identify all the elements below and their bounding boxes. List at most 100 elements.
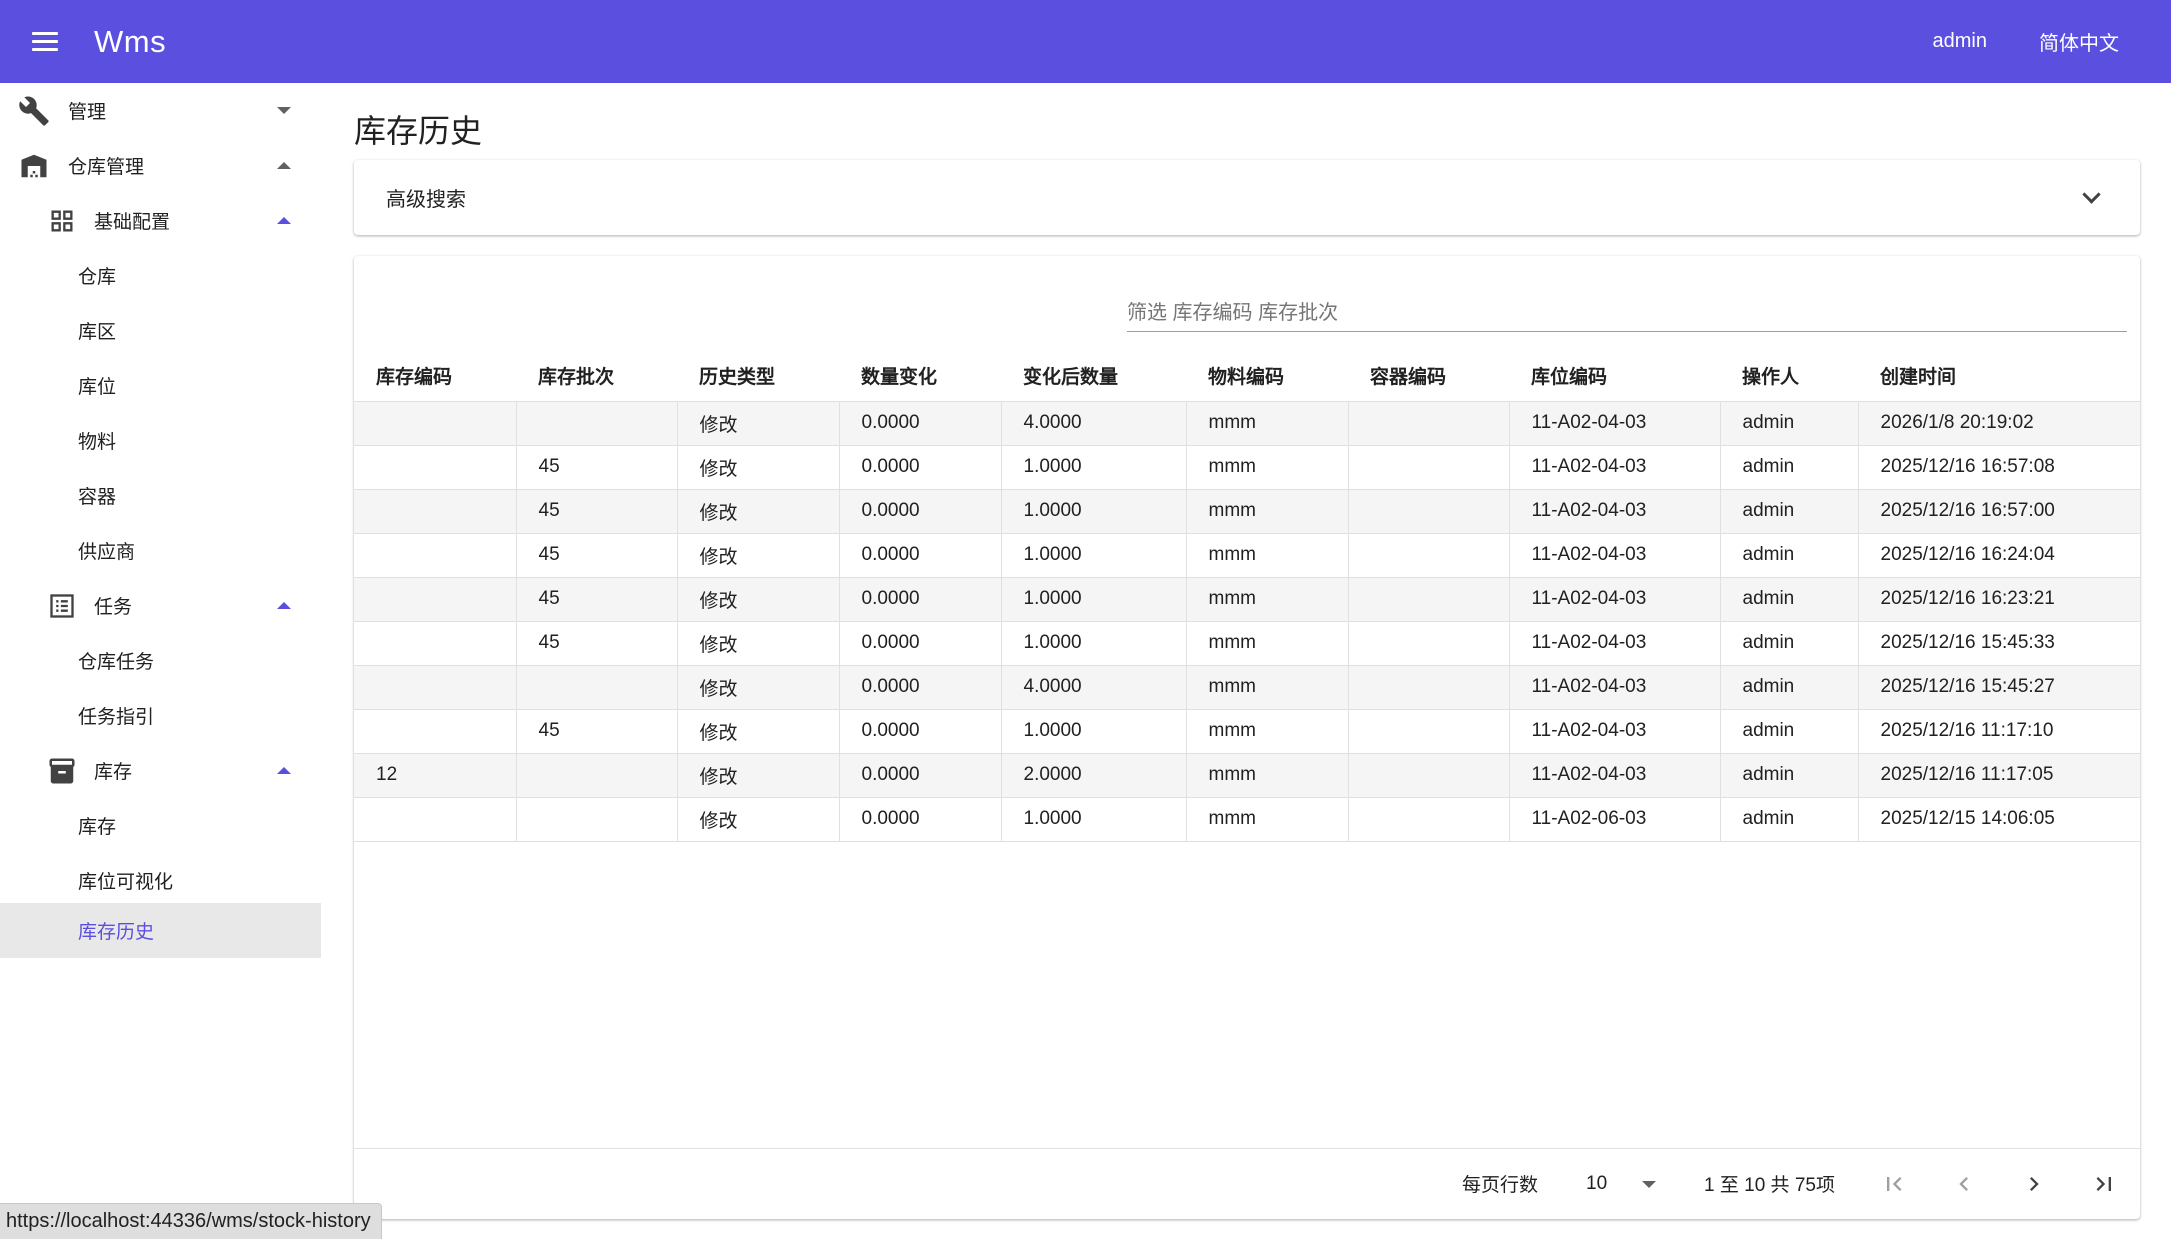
table-row[interactable]: 12 修改 0.0000 2.0000 mmm 11-A02-04-03 admin 2025… [354,752,2140,797]
table-cell [1348,400,1510,445]
sidebar-item-basic-config[interactable]: 基础配置 [0,193,321,248]
table-cell: 45 [516,576,678,621]
table-cell [1348,620,1510,665]
first-page-button[interactable] [1874,1164,1914,1204]
sidebar-item-warehouse-mgmt[interactable]: 仓库管理 [0,138,321,193]
table-cell [1348,576,1510,621]
sidebar-item-label: 库存 [78,817,117,838]
sidebar-item-location-visual[interactable]: 库位可视化 [0,853,321,908]
table-cell: 0.0000 [839,796,1002,842]
table-row[interactable]: 45 修改 0.0000 1.0000 mmm 11-A02-04-03 admin 2025… [354,488,2140,533]
chevron-right-icon [2030,1176,2039,1191]
table-cell: mmm [1186,576,1349,621]
language-button[interactable]: 简体中文 [2013,0,2171,83]
stock-history-table: 库存编码 库存批次 历史类型 数量变化 变化后数量 物料编码 容器编码 库位编码… [354,351,2140,842]
table-cell: admin [1720,576,1859,621]
column-header[interactable]: 操作人 [1720,351,1858,401]
table-cell: 2025/12/16 11:17:10 [1858,708,2140,753]
column-header[interactable]: 变化后数量 [1001,351,1186,401]
sidebar-item-label: 任务 [94,597,133,618]
table-cell [1348,488,1510,533]
table-cell: admin [1720,752,1859,797]
sidebar-item-stock-history[interactable]: 库存历史 [0,903,321,958]
table-cell: admin [1720,488,1859,533]
table-cell: 11-A02-06-03 [1509,796,1721,842]
column-header[interactable]: 数量变化 [839,351,1001,401]
table-cell: 0.0000 [839,444,1002,489]
table-cell: 修改 [677,488,840,533]
table-cell: 4.0000 [1001,664,1187,709]
table-row[interactable]: 修改 0.0000 4.0000 mmm 11-A02-04-03 admin 2026/1… [354,400,2140,445]
table-row[interactable]: 修改 0.0000 1.0000 mmm 11-A02-06-03 admin 2025/1… [354,796,2140,842]
sidebar-item-label: 供应商 [78,542,136,563]
prev-page-button[interactable] [1944,1164,1984,1204]
sidebar-item-material[interactable]: 物料 [0,413,321,468]
sidebar-item-label: 管理 [68,102,107,123]
rows-per-page-select[interactable]: 10 [1586,1173,1607,1195]
table-card: 库存编码 库存批次 历史类型 数量变化 变化后数量 物料编码 容器编码 库位编码… [354,256,2140,1219]
sidebar-item-container[interactable]: 容器 [0,468,321,523]
sidebar-item-location[interactable]: 库位 [0,358,321,413]
sidebar-item-supplier[interactable]: 供应商 [0,523,321,578]
table-row[interactable]: 45 修改 0.0000 1.0000 mmm 11-A02-04-03 admin 2025… [354,620,2140,665]
table-cell: 修改 [677,620,840,665]
sidebar-item-stock-list[interactable]: 库存 [0,798,321,853]
table-cell: 11-A02-04-03 [1509,444,1721,489]
sidebar-item-warehouse-task[interactable]: 仓库任务 [0,633,321,688]
next-page-button[interactable] [2014,1164,2054,1204]
sidebar-item-zone[interactable]: 库区 [0,303,321,358]
last-page-button[interactable] [2084,1164,2124,1204]
filter-input[interactable] [1127,296,2127,332]
table-cell: 0.0000 [839,400,1002,445]
column-header[interactable]: 容器编码 [1348,351,1509,401]
app-bar: Wms admin 简体中文 [0,0,2171,83]
pagination-range: 1 至 10 共 75项 [1704,1175,1835,1196]
table-cell [354,796,517,842]
caret-up-icon [277,162,291,169]
table-cell: 45 [516,444,678,489]
table-cell [516,752,678,797]
menu-button[interactable] [0,0,90,83]
table-cell: 2025/12/16 15:45:27 [1858,664,2140,709]
table-row[interactable]: 45 修改 0.0000 1.0000 mmm 11-A02-04-03 admin 2025… [354,576,2140,621]
sidebar-item-label: 物料 [78,432,117,453]
column-header[interactable]: 历史类型 [677,351,839,401]
table-cell: 修改 [677,576,840,621]
sidebar-item-warehouse[interactable]: 仓库 [0,248,321,303]
table-cell [1348,532,1510,577]
table-cell: 45 [516,708,678,753]
sidebar-item-tasks[interactable]: 任务 [0,578,321,633]
sidebar-item-stock[interactable]: 库存 [0,743,321,798]
caret-down-icon [277,107,291,114]
table-cell: 45 [516,620,678,665]
column-header[interactable]: 库位编码 [1509,351,1720,401]
table-cell: mmm [1186,532,1349,577]
table-row[interactable]: 45 修改 0.0000 1.0000 mmm 11-A02-04-03 admin 2025… [354,444,2140,489]
table-cell: 修改 [677,708,840,753]
table-cell: mmm [1186,664,1349,709]
column-header[interactable]: 库存批次 [516,351,677,401]
sidebar-item-label: 库位 [78,377,117,398]
advanced-search-panel[interactable]: 高级搜索 [354,160,2140,235]
column-header[interactable]: 物料编码 [1186,351,1348,401]
table-cell: 1.0000 [1001,488,1187,533]
sidebar-item-task-guide[interactable]: 任务指引 [0,688,321,743]
table-cell: admin [1720,708,1859,753]
user-menu-button[interactable]: admin [1907,0,2013,83]
sidebar-item-admin[interactable]: 管理 [0,83,321,138]
hamburger-icon [32,31,58,52]
column-header[interactable]: 库存编码 [354,351,516,401]
table-row[interactable]: 45 修改 0.0000 1.0000 mmm 11-A02-04-03 admin 2025… [354,708,2140,753]
sidebar-item-label: 库存 [94,762,133,783]
table-cell: 2025/12/16 16:24:04 [1858,532,2140,577]
table-cell: admin [1720,444,1859,489]
caret-up-icon [277,217,291,224]
table-row[interactable]: 45 修改 0.0000 1.0000 mmm 11-A02-04-03 admin 2025… [354,532,2140,577]
table-cell [516,664,678,709]
table-cell: 1.0000 [1001,532,1187,577]
column-header[interactable]: 创建时间 [1858,351,2140,401]
caret-down-icon[interactable] [1642,1181,1656,1188]
table-row[interactable]: 修改 0.0000 4.0000 mmm 11-A02-04-03 admin 2025/1… [354,664,2140,709]
table-cell: 12 [354,752,517,797]
sidebar-item-label: 仓库管理 [68,157,145,178]
